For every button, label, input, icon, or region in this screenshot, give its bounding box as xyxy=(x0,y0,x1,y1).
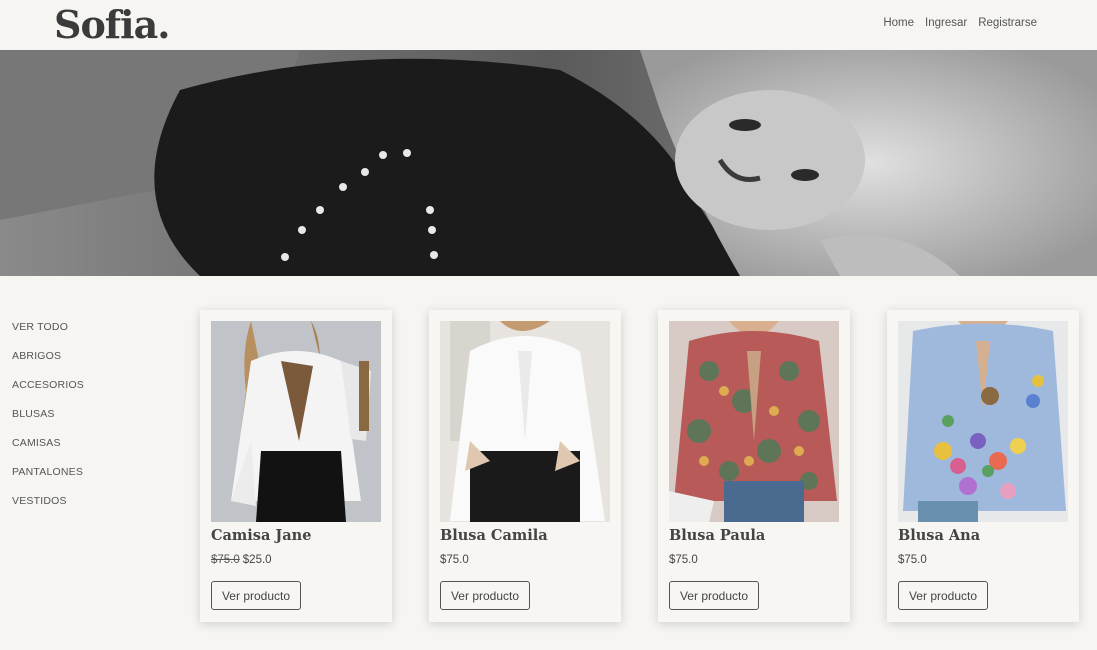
category-link-camisas[interactable]: CAMISAS xyxy=(12,437,84,466)
product-card: Blusa Camila $75.0 Ver producto xyxy=(429,310,621,622)
product-price: $75.0 xyxy=(440,554,469,566)
product-card: Camisa Jane $75.0 $25.0 Ver producto xyxy=(200,310,392,622)
product-card: Blusa Ana $75.0 Ver producto xyxy=(887,310,1079,622)
product-current-price: $25.0 xyxy=(242,554,272,566)
category-link-blusas[interactable]: BLUSAS xyxy=(12,408,84,437)
nav-login-link[interactable]: Ingresar xyxy=(925,17,967,29)
nav-links: Home Ingresar Registrarse xyxy=(883,17,1037,29)
product-name[interactable]: Blusa Paula xyxy=(669,527,765,544)
view-product-button[interactable]: Ver producto xyxy=(211,581,301,610)
category-link-accesorios[interactable]: ACCESORIOS xyxy=(12,379,84,408)
product-image[interactable] xyxy=(669,321,839,522)
nav-home-link[interactable]: Home xyxy=(883,17,914,29)
product-current-price: $75.0 xyxy=(669,554,698,566)
nav-register-link[interactable]: Registrarse xyxy=(978,17,1037,29)
product-price: $75.0 xyxy=(898,554,927,566)
category-link-pantalones[interactable]: PANTALONES xyxy=(12,466,84,495)
category-link-ver-todo[interactable]: VER TODO xyxy=(12,321,84,350)
brand-logo[interactable]: Sofia. xyxy=(54,2,170,47)
product-current-price: $75.0 xyxy=(440,554,469,566)
category-link-vestidos[interactable]: VESTIDOS xyxy=(12,495,84,524)
category-sidebar: VER TODO ABRIGOS ACCESORIOS BLUSAS CAMIS… xyxy=(12,321,84,524)
product-image[interactable] xyxy=(898,321,1068,522)
product-card: Blusa Paula $75.0 Ver producto xyxy=(658,310,850,622)
product-old-price: $75.0 xyxy=(211,554,240,566)
product-price: $75.0 xyxy=(669,554,698,566)
product-name[interactable]: Blusa Ana xyxy=(898,527,980,544)
view-product-button[interactable]: Ver producto xyxy=(669,581,759,610)
product-price: $75.0 $25.0 xyxy=(211,554,272,566)
view-product-button[interactable]: Ver producto xyxy=(898,581,988,610)
view-product-button[interactable]: Ver producto xyxy=(440,581,530,610)
product-image[interactable] xyxy=(440,321,610,522)
product-current-price: $75.0 xyxy=(898,554,927,566)
product-name[interactable]: Camisa Jane xyxy=(211,527,311,544)
navbar: Sofia. Home Ingresar Registrarse xyxy=(0,0,1097,50)
product-image[interactable] xyxy=(211,321,381,522)
product-name[interactable]: Blusa Camila xyxy=(440,527,548,544)
category-link-abrigos[interactable]: ABRIGOS xyxy=(12,350,84,379)
hero-banner-image xyxy=(0,50,1097,276)
